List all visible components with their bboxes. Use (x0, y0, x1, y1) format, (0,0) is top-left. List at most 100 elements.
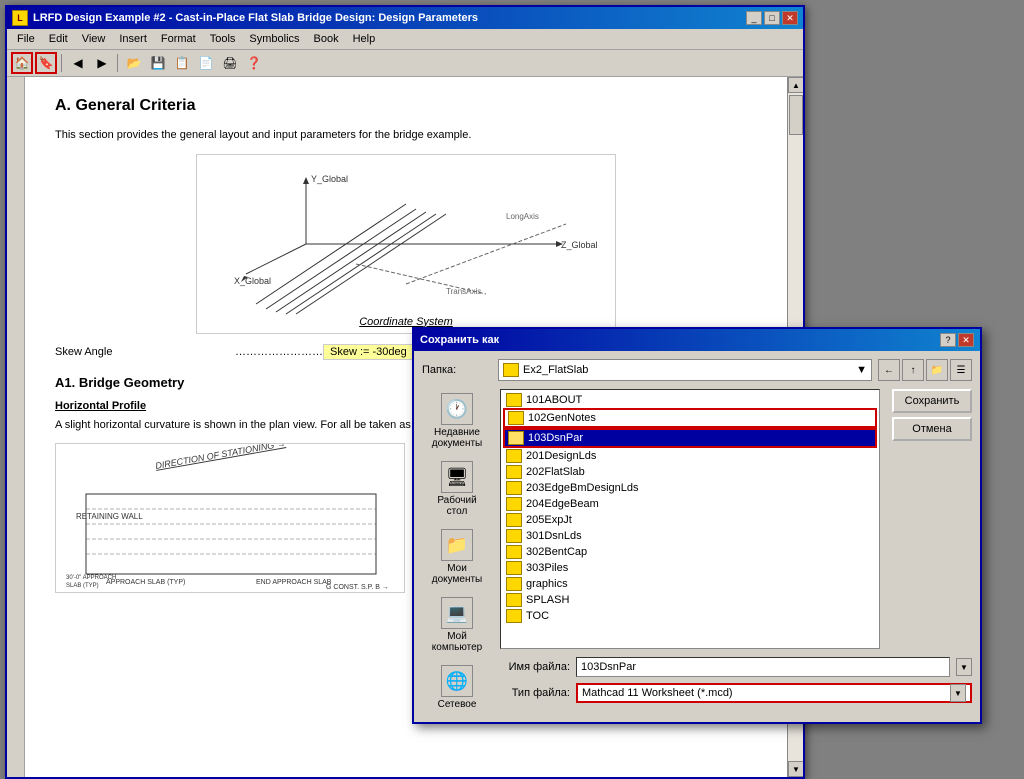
folder-icon-301 (506, 529, 522, 543)
file-item-202FlatSlab[interactable]: 202FlatSlab (503, 464, 877, 480)
save-button[interactable]: Сохранить (892, 389, 972, 413)
folder-icon-graphics (506, 577, 522, 591)
toolbar-forward[interactable]: ▶ (91, 52, 113, 74)
toolbar-print[interactable]: 🖨 (219, 52, 241, 74)
app-icon: L (12, 10, 28, 26)
menu-edit[interactable]: Edit (43, 31, 74, 47)
minimize-button[interactable]: _ (746, 11, 762, 25)
nav-back-btn[interactable]: ← (878, 359, 900, 381)
my-docs-icon: 📁 (441, 529, 473, 561)
nav-view-btn[interactable]: ☰ (950, 359, 972, 381)
file-name-303: 303Piles (526, 562, 568, 574)
dropdown-arrow[interactable]: ▼ (856, 364, 867, 376)
filetype-row: Тип файла: Mathcad 11 Worksheet (*.mcd) … (500, 683, 972, 703)
toolbar-open[interactable]: 📂 (123, 52, 145, 74)
folder-icon-205 (506, 513, 522, 527)
dialog-help-button[interactable]: ? (940, 333, 956, 347)
menu-bar: File Edit View Insert Format Tools Symbo… (7, 29, 803, 50)
filetype-dropdown-arrow[interactable]: ▼ (950, 684, 966, 702)
toolbar-paste[interactable]: 📄 (195, 52, 217, 74)
menu-insert[interactable]: Insert (113, 31, 153, 47)
file-item-303[interactable]: 303Piles (503, 560, 877, 576)
folder-icon-103 (508, 431, 524, 445)
file-name-302: 302BentCap (526, 546, 587, 558)
window-title: LRFD Design Example #2 - Cast-in-Place F… (33, 12, 478, 24)
file-item-205[interactable]: 205ExpJt (503, 512, 877, 528)
maximize-button[interactable]: □ (764, 11, 780, 25)
toolbar-copy[interactable]: 📋 (171, 52, 193, 74)
plan-svg: DIRECTION OF STATIONING → RETAINING WALL… (56, 444, 405, 593)
file-item-103DsnPar[interactable]: 103DsnPar (503, 428, 877, 448)
menu-file[interactable]: File (11, 31, 41, 47)
svg-text:Z_Global: Z_Global (561, 240, 598, 250)
dialog-title-bar: Сохранить как ? ✕ (414, 329, 980, 351)
file-name-toc: TOC (526, 610, 549, 622)
menu-format[interactable]: Format (155, 31, 202, 47)
toolbar-save[interactable]: 💾 (147, 52, 169, 74)
nav-up-btn[interactable]: ↑ (902, 359, 924, 381)
svg-text:DIRECTION OF STATIONING →: DIRECTION OF STATIONING → (155, 444, 287, 471)
file-item-204[interactable]: 204EdgeBeam (503, 496, 877, 512)
dialog-close-button[interactable]: ✕ (958, 333, 974, 347)
skew-dots: …………………… (235, 346, 323, 358)
file-list[interactable]: 101ABOUT 102GenNotes 103DsnPar (500, 389, 880, 649)
scroll-thumb[interactable] (789, 95, 803, 135)
nav-new-folder-btn[interactable]: 📁 (926, 359, 948, 381)
folder-icon (503, 363, 519, 377)
filename-input[interactable] (576, 657, 950, 677)
file-item-301[interactable]: 301DsnLds (503, 528, 877, 544)
toolbar-back[interactable]: ◀ (67, 52, 89, 74)
folder-icon-303 (506, 561, 522, 575)
toolbar-help[interactable]: ❓ (243, 52, 265, 74)
file-item-splash[interactable]: SPLASH (503, 592, 877, 608)
file-item-101ABOUT[interactable]: 101ABOUT (503, 392, 877, 408)
toolbar: 🏠 🔖 ◀ ▶ 📂 💾 📋 📄 🖨 ❓ (7, 50, 803, 77)
menu-tools[interactable]: Tools (204, 31, 242, 47)
panel-recent[interactable]: 🕐 Недавние документы (425, 389, 490, 453)
file-item-toc[interactable]: TOC (503, 608, 877, 624)
folder-dropdown[interactable]: Ex2_FlatSlab ▼ (498, 359, 872, 381)
filename-label: Имя файла: (500, 661, 570, 673)
toolbar-bookmark[interactable]: 🔖 (35, 52, 57, 74)
file-name-205: 205ExpJt (526, 514, 572, 526)
file-name-203: 203EdgeBmDesignLds (526, 482, 639, 494)
dialog-title-text: Сохранить как (420, 334, 499, 346)
menu-help[interactable]: Help (347, 31, 382, 47)
file-name-103: 103DsnPar (528, 432, 583, 444)
panel-desktop[interactable]: 🖥 Рабочий стол (425, 457, 490, 521)
folder-icon-202 (506, 465, 522, 479)
file-item-102GenNotes[interactable]: 102GenNotes (503, 408, 877, 428)
menu-book[interactable]: Book (308, 31, 345, 47)
toolbar-home[interactable]: 🏠 (11, 52, 33, 74)
panel-recent-label: Недавние документы (429, 427, 486, 449)
filetype-dropdown[interactable]: Mathcad 11 Worksheet (*.mcd) ▼ (576, 683, 972, 703)
scroll-up-button[interactable]: ▲ (788, 77, 803, 93)
skew-value: Skew := -30deg (323, 344, 414, 360)
panel-network[interactable]: 🌐 Сетевое (425, 661, 490, 714)
file-name-graphics: graphics (526, 578, 568, 590)
coord-svg: Z_Global Y_Global X_Global LongAxis Tran… (206, 164, 606, 324)
panel-my-docs[interactable]: 📁 Мои документы (425, 525, 490, 589)
menu-symbolics[interactable]: Symbolics (243, 31, 305, 47)
filename-row: Имя файла: ▼ (500, 657, 972, 677)
file-item-graphics[interactable]: graphics (503, 576, 877, 592)
file-item-203[interactable]: 203EdgeBmDesignLds (503, 480, 877, 496)
dialog-form: Имя файла: ▼ Тип файла: Mathcad 11 Works… (500, 657, 972, 709)
cancel-button[interactable]: Отмена (892, 417, 972, 441)
menu-view[interactable]: View (76, 31, 112, 47)
network-icon: 🌐 (441, 665, 473, 697)
panel-my-computer-label: Мой компьютер (429, 631, 486, 653)
panel-my-docs-label: Мои документы (429, 563, 486, 585)
filename-dropdown-arrow[interactable]: ▼ (956, 658, 972, 676)
panel-my-computer[interactable]: 💻 Мой компьютер (425, 593, 490, 657)
file-item-302[interactable]: 302BentCap (503, 544, 877, 560)
folder-icon-201 (506, 449, 522, 463)
svg-text:SLAB (TYP): SLAB (TYP) (66, 583, 99, 589)
close-button[interactable]: ✕ (782, 11, 798, 25)
file-name-202: 202FlatSlab (526, 466, 585, 478)
main-window: L LRFD Design Example #2 - Cast-in-Place… (5, 5, 805, 779)
dialog-content: Папка: Ex2_FlatSlab ▼ ← ↑ 📁 ☰ (414, 351, 980, 722)
file-name-201: 201DesignLds (526, 450, 596, 462)
dialog-toolbar: Папка: Ex2_FlatSlab ▼ ← ↑ 📁 ☰ (422, 359, 972, 381)
file-item-201DesignLds[interactable]: 201DesignLds (503, 448, 877, 464)
